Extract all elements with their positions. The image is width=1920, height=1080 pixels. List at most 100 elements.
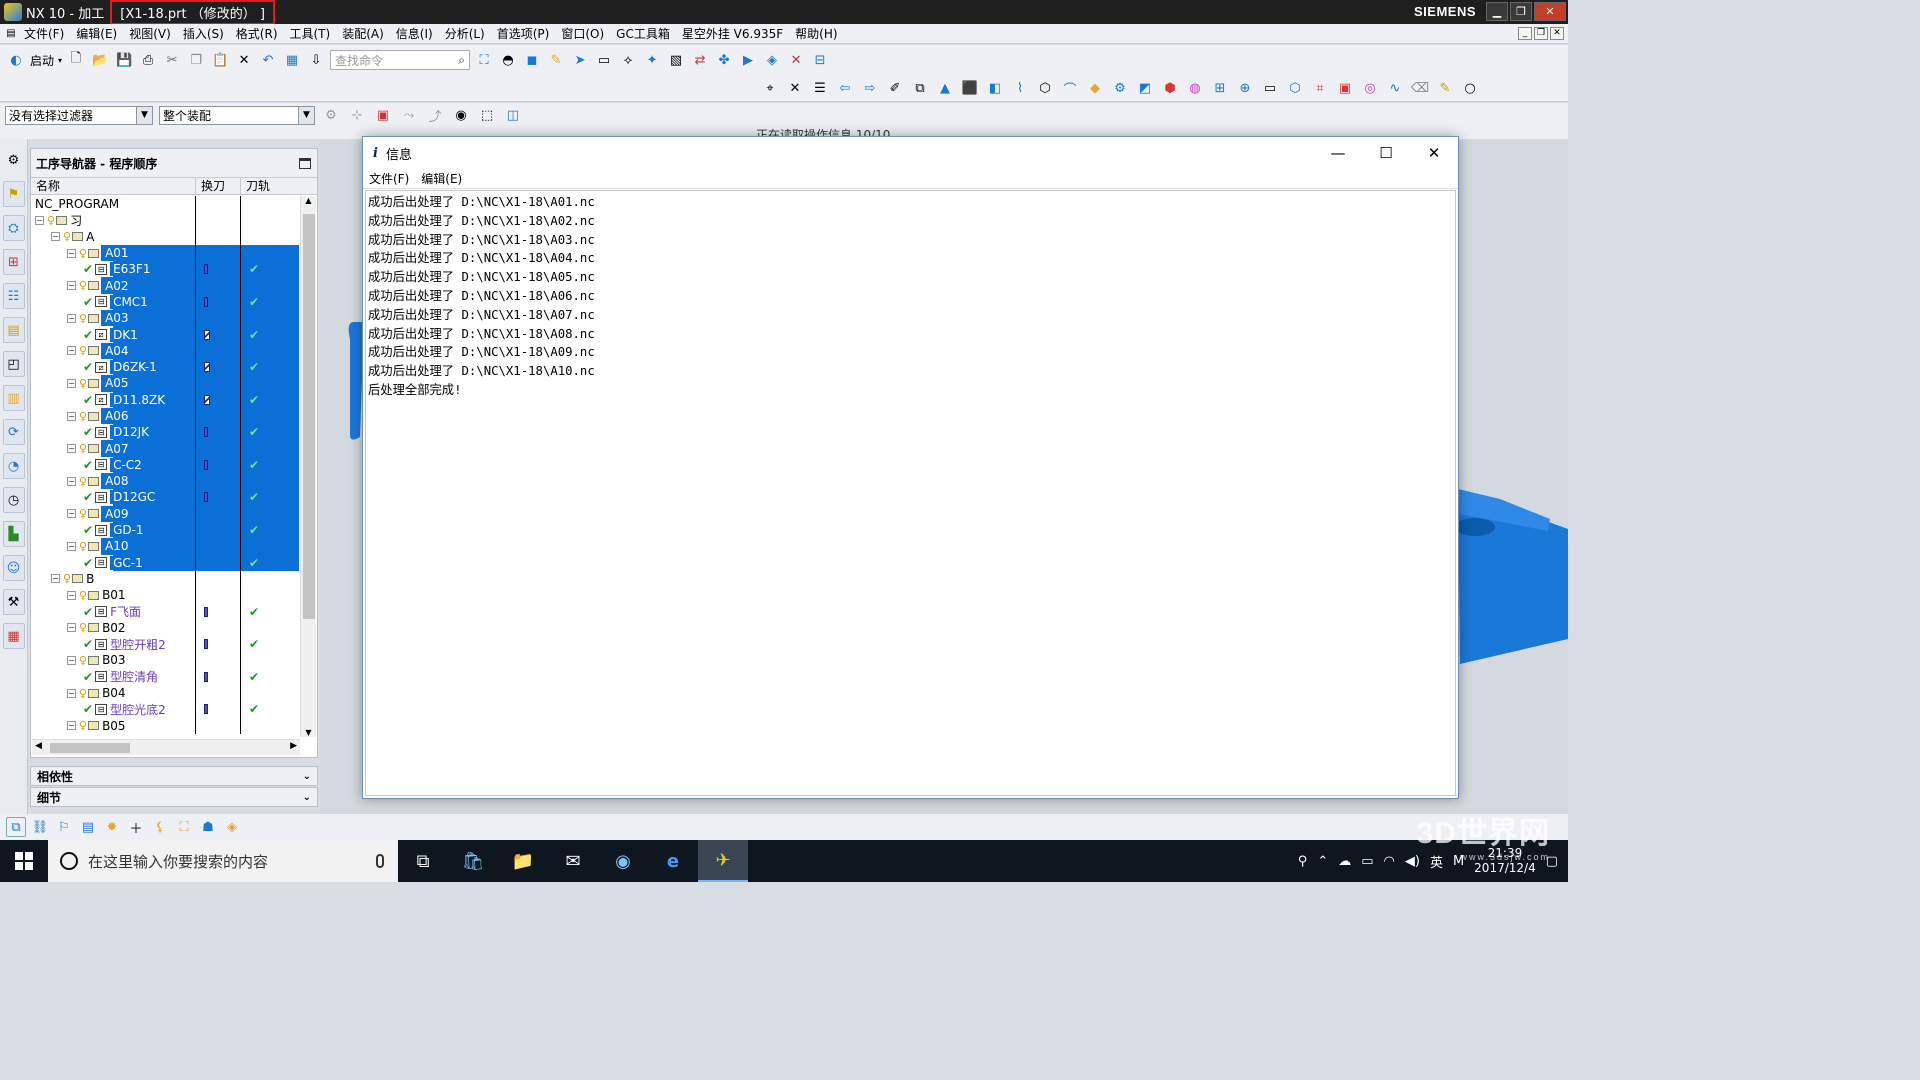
new-file-icon[interactable]: 🗋	[66, 50, 86, 70]
menu-view[interactable]: 视图(V)	[123, 25, 177, 42]
minimize-button[interactable]: ▁	[1486, 2, 1508, 21]
menu-edit[interactable]: 编辑(E)	[70, 25, 123, 42]
operation-row[interactable]: ✔ ⊟ 型腔清角 ✔	[31, 668, 299, 685]
file-explorer-icon[interactable]: 📁	[498, 840, 548, 882]
copy-icon[interactable]: ❐	[186, 50, 206, 70]
program-group-row[interactable]: − ♀ B01	[31, 587, 299, 604]
start-dropdown-icon[interactable]: ▾	[58, 56, 62, 65]
menu-information[interactable]: 信息(I)	[390, 25, 439, 42]
arrow-right-icon[interactable]: ⇨	[860, 78, 880, 98]
paste-icon[interactable]: 📋	[210, 50, 230, 70]
operation-row[interactable]: ✔ ⧄ D11.8ZK ✔	[31, 391, 299, 408]
navigator-vertical-scrollbar[interactable]: ▲ ▼	[300, 196, 316, 737]
layer-icon[interactable]: ▧	[666, 50, 686, 70]
edge-browser-icon[interactable]: e	[648, 840, 698, 882]
unite-icon[interactable]: ⊞	[1210, 78, 1230, 98]
menu-format[interactable]: 格式(R)	[230, 25, 284, 42]
program-group-row[interactable]: − ♀ A07	[31, 440, 299, 457]
column-name[interactable]: 名称	[31, 178, 196, 194]
extrude-icon[interactable]: ▲	[935, 78, 955, 98]
tree-root[interactable]: NC_PROGRAM	[31, 196, 299, 213]
restore-button[interactable]: ❐	[1510, 2, 1532, 21]
shell-icon[interactable]: ◍	[1185, 78, 1205, 98]
info-text-area[interactable]: 成功后出处理了 D:\NC\X1-18\A01.nc 成功后出处理了 D:\NC\…	[365, 190, 1456, 796]
menu-icon[interactable]: ▤	[4, 27, 18, 41]
print-icon[interactable]: ⎙	[138, 50, 158, 70]
start-button[interactable]: 启动	[30, 52, 54, 69]
grid-icon[interactable]: ▣	[1335, 78, 1355, 98]
collapse-icon[interactable]: −	[67, 476, 76, 486]
geometry-icon[interactable]: ⟡	[618, 50, 638, 70]
highlight-icon[interactable]: ✎	[546, 50, 566, 70]
reuse-library-tab[interactable]: ▤	[2, 317, 25, 343]
point-icon[interactable]: ⌗	[1310, 78, 1330, 98]
assembly-nav-icon[interactable]: ▦	[282, 50, 302, 70]
menu-analysis[interactable]: 分析(L)	[439, 25, 491, 42]
program-group-row[interactable]: − ♀ A06	[31, 407, 299, 425]
chevron-up-icon[interactable]: ⌃	[1317, 854, 1328, 869]
column-tool-change[interactable]: 换刀	[196, 178, 241, 194]
program-order-view-icon[interactable]: ⧉	[6, 817, 26, 837]
store-icon[interactable]: 🛍	[448, 840, 498, 882]
view-cube-icon[interactable]: ◫	[503, 105, 523, 125]
operation-row[interactable]: ✔ ⊟ D12JK ✔	[31, 424, 299, 441]
menu-assembly[interactable]: 装配(A)	[336, 25, 390, 42]
people-icon[interactable]: ⚲	[1298, 854, 1308, 869]
collapse-icon[interactable]: −	[67, 590, 76, 600]
operation-row[interactable]: ✔ ⊟ D12GC ✔	[31, 489, 299, 506]
cloud-icon[interactable]: ☁	[1338, 854, 1351, 869]
mdi-close-button[interactable]: ✕	[1550, 27, 1564, 40]
sketch-icon[interactable]: ✐	[885, 78, 905, 98]
create-tool-icon[interactable]: ⚸	[150, 817, 170, 837]
create-operation-icon[interactable]: ◈	[222, 817, 242, 837]
info-title-bar[interactable]: i 信息 — ☐ ✕	[363, 137, 1458, 169]
menu-window[interactable]: 窗口(O)	[555, 25, 610, 42]
box-icon[interactable]: ⬛	[960, 78, 980, 98]
machine-tool-tab[interactable]: ⛭	[2, 215, 25, 241]
delete-icon[interactable]: ✕	[234, 50, 254, 70]
blend-icon[interactable]: ⚙	[1110, 78, 1130, 98]
info-close-button[interactable]: ✕	[1410, 137, 1458, 169]
scroll-left-icon[interactable]: ◀	[35, 741, 42, 751]
start-button[interactable]	[0, 840, 48, 882]
shaded-cube-icon[interactable]: ◼	[522, 50, 542, 70]
measure-icon[interactable]: ✕	[786, 50, 806, 70]
eraser-icon[interactable]: ⌫	[1410, 78, 1430, 98]
render-style-icon[interactable]: ◓	[498, 50, 518, 70]
ruler-icon[interactable]: ⊟	[810, 50, 830, 70]
task-view-icon[interactable]: ⧉	[398, 840, 448, 882]
collapse-icon[interactable]: −	[67, 313, 76, 323]
collapse-icon[interactable]: −	[67, 248, 76, 258]
navigator-horizontal-scrollbar[interactable]: ◀ ▶	[32, 739, 300, 755]
operation-row[interactable]: ✔ ⊟ GC-1 ✔	[31, 554, 299, 571]
program-group-row[interactable]: − ♀ A01	[31, 244, 299, 262]
visualization-tab[interactable]: ▙	[2, 521, 25, 547]
rectangle-icon[interactable]: ▭	[1260, 78, 1280, 98]
collapse-icon[interactable]: −	[35, 215, 44, 225]
program-group-row[interactable]: − ♀ B02	[31, 619, 299, 637]
operation-row[interactable]: ✔ ⊟ F飞面 ✔	[31, 603, 299, 620]
deselect-icon[interactable]: ⤳	[399, 105, 419, 125]
sweep-icon[interactable]: ⌒	[1060, 78, 1080, 98]
circle-tool-icon[interactable]: ◎	[1360, 78, 1380, 98]
collapse-icon[interactable]: −	[67, 655, 76, 665]
fit-view-icon[interactable]: ⛶	[474, 50, 494, 70]
info-menu-file[interactable]: 文件(F)	[369, 170, 409, 187]
program-group-row[interactable]: − ♀ B05	[31, 717, 299, 734]
web-browser-tab[interactable]: ⟳	[2, 419, 25, 445]
select-all-icon[interactable]: ▣	[373, 105, 393, 125]
list-icon[interactable]: ☰	[810, 78, 830, 98]
assembly-scope-select[interactable]: 整个装配 ▼	[159, 105, 315, 125]
collapse-icon[interactable]: −	[67, 541, 76, 551]
program-group-row[interactable]: − ♀ A	[31, 228, 299, 245]
save-icon[interactable]: 💾	[114, 50, 134, 70]
solid-red-icon[interactable]: ⬢	[1160, 78, 1180, 98]
info-maximize-button[interactable]: ☐	[1362, 137, 1410, 169]
info-menu-edit[interactable]: 编辑(E)	[421, 170, 462, 187]
program-group-row[interactable]: − ♀ A04	[31, 342, 299, 359]
operation-row[interactable]: ✔ ⊟ CMC1 ✔	[31, 293, 299, 311]
selection-filter-select[interactable]: 没有选择过滤器 ▼	[5, 105, 153, 125]
gear-icon[interactable]: ⚙	[321, 105, 341, 125]
collapse-icon[interactable]: −	[67, 281, 76, 291]
abs-csys-icon[interactable]: ⌖	[760, 78, 780, 98]
